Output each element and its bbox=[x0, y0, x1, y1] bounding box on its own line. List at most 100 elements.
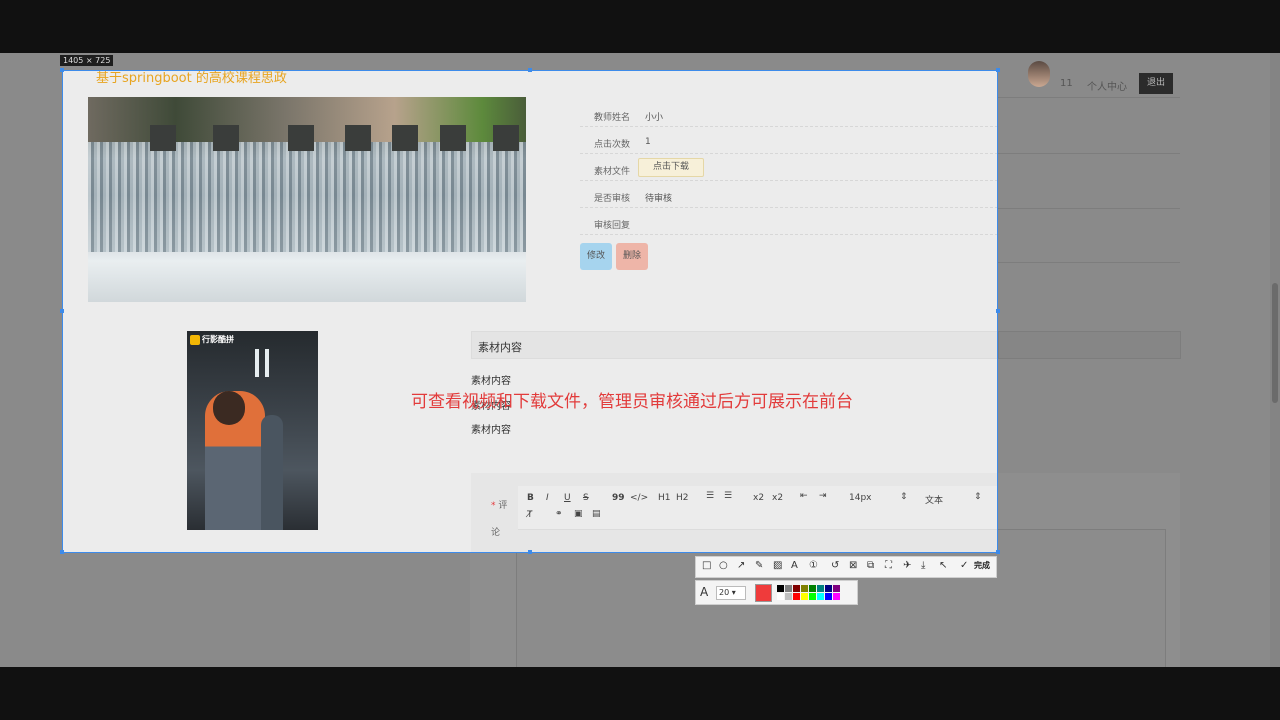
done-button[interactable]: 完成 bbox=[974, 560, 990, 571]
hero-pillar bbox=[288, 125, 314, 151]
selection-handle[interactable] bbox=[60, 550, 64, 554]
info-value: 1 bbox=[645, 137, 651, 147]
selection-handle[interactable] bbox=[528, 550, 532, 554]
bold-button[interactable]: B bbox=[527, 493, 534, 503]
subscript-button[interactable]: x2 bbox=[753, 493, 764, 503]
h2-button[interactable]: H2 bbox=[676, 493, 689, 503]
avatar[interactable] bbox=[1028, 61, 1050, 87]
content-heading-bg bbox=[998, 331, 1181, 359]
color-swatch[interactable] bbox=[793, 593, 800, 600]
text-icon[interactable]: A bbox=[791, 560, 798, 571]
font-size-select[interactable]: 20 ▾ bbox=[716, 586, 746, 600]
link-icon[interactable]: ⚭ bbox=[555, 509, 563, 519]
chevron-updown-icon: ⇕ bbox=[974, 492, 982, 502]
comment-editor: * 评论 B I U S 99 </> H1 H2 ☰ ☰ x2 x2 ⇤ ⇥ … bbox=[471, 473, 997, 552]
color-swatch[interactable] bbox=[809, 585, 816, 592]
ocr-icon[interactable]: ⊠ bbox=[849, 560, 857, 571]
color-swatch[interactable] bbox=[833, 593, 840, 600]
download-icon[interactable]: ⤓ bbox=[921, 560, 925, 571]
letterbox-bottom bbox=[0, 667, 1280, 720]
color-swatch[interactable] bbox=[817, 593, 824, 600]
selection-handle[interactable] bbox=[996, 550, 1000, 554]
comment-label: * 评论 bbox=[491, 493, 511, 547]
check-icon[interactable]: ✓ bbox=[960, 560, 968, 571]
color-swatch[interactable] bbox=[809, 593, 816, 600]
font-size-value: 20 bbox=[719, 588, 730, 597]
video-light bbox=[255, 349, 259, 377]
capture-style-bar: A 20 ▾ bbox=[695, 580, 858, 605]
info-row-file: 素材文件 点击下载 bbox=[580, 154, 997, 181]
info-label: 审核回复 bbox=[594, 221, 631, 231]
color-swatch[interactable] bbox=[785, 585, 792, 592]
color-swatch[interactable] bbox=[801, 585, 808, 592]
edit-button[interactable]: 修改 bbox=[580, 243, 612, 270]
rect-icon[interactable]: □ bbox=[702, 560, 711, 571]
arrow-icon[interactable]: ↗ bbox=[737, 560, 745, 571]
undo-icon[interactable]: ↺ bbox=[831, 560, 839, 571]
color-swatch[interactable] bbox=[825, 593, 832, 600]
pin-icon[interactable]: ✈ bbox=[903, 560, 911, 571]
blockquote-button[interactable]: 99 bbox=[612, 493, 625, 503]
selection-handle[interactable] bbox=[60, 68, 64, 72]
video-icon[interactable]: ▤ bbox=[592, 509, 601, 519]
clear-format-icon[interactable]: T̸ bbox=[527, 510, 533, 520]
required-mark: * bbox=[491, 501, 496, 511]
selection-handle[interactable] bbox=[996, 309, 1000, 313]
audit-status: 待审核 bbox=[645, 194, 673, 204]
circle-icon[interactable]: ○ bbox=[719, 560, 728, 571]
video-light bbox=[265, 349, 269, 377]
color-swatch[interactable] bbox=[817, 585, 824, 592]
image-icon[interactable]: ▣ bbox=[574, 509, 583, 519]
superscript-button[interactable]: x2 bbox=[772, 493, 783, 503]
h1-button[interactable]: H1 bbox=[658, 493, 671, 503]
font-size-select[interactable]: 14px bbox=[849, 493, 872, 503]
underline-button[interactable]: U bbox=[564, 493, 571, 503]
page: 11 个人中心 退出 1405 × 725 基于springboot 的高校课程… bbox=[0, 53, 1280, 667]
site-title: 基于springboot 的高校课程思政 bbox=[96, 71, 287, 86]
annotation-caption: 可查看视频和下载文件，管理员审核通过后方可展示在前台 bbox=[411, 392, 853, 412]
material-video[interactable]: 行影酷拼 bbox=[187, 331, 318, 530]
capture-selection[interactable]: 基于springboot 的高校课程思政 教师姓名 小小 点击次数 1 素材文件 bbox=[62, 70, 998, 553]
mosaic-icon[interactable]: ▨ bbox=[773, 560, 782, 571]
color-swatch[interactable] bbox=[833, 585, 840, 592]
color-swatch[interactable] bbox=[801, 593, 808, 600]
bullet-list-icon[interactable]: ☰ bbox=[724, 491, 732, 501]
editor-toolbar: B I U S 99 </> H1 H2 ☰ ☰ x2 x2 ⇤ ⇥ 14px … bbox=[518, 486, 997, 530]
selection-handle[interactable] bbox=[60, 309, 64, 313]
scrollbar-thumb[interactable] bbox=[1272, 283, 1278, 403]
chevron-updown-icon: ⇕ bbox=[900, 492, 908, 502]
selection-handle[interactable] bbox=[996, 68, 1000, 72]
color-swatch[interactable] bbox=[777, 585, 784, 592]
info-value: 小小 bbox=[645, 113, 664, 123]
outdent-icon[interactable]: ⇤ bbox=[800, 491, 808, 501]
selection-handle[interactable] bbox=[528, 68, 532, 72]
delete-button[interactable]: 删除 bbox=[616, 243, 648, 270]
italic-button[interactable]: I bbox=[546, 493, 549, 503]
capture-toolbar: □ ○ ↗ ✎ ▨ A ① ↺ ⊠ ⧉ ⛶ ✈ ⤓ ↖ ✓ 完成 bbox=[695, 556, 997, 578]
personal-center-link[interactable]: 个人中心 bbox=[1087, 78, 1127, 93]
paragraph-select[interactable]: 文本 bbox=[925, 493, 943, 506]
color-swatch[interactable] bbox=[777, 593, 784, 600]
color-swatch[interactable] bbox=[793, 585, 800, 592]
pin-image-icon[interactable]: ⧉ bbox=[867, 560, 874, 571]
pen-icon[interactable]: ✎ bbox=[755, 560, 763, 571]
strike-button[interactable]: S bbox=[583, 493, 589, 503]
cancel-icon[interactable]: ↖ bbox=[939, 560, 947, 571]
logout-button[interactable]: 退出 bbox=[1139, 73, 1173, 94]
color-swatch[interactable] bbox=[785, 593, 792, 600]
info-label: 素材文件 bbox=[594, 167, 631, 177]
current-color[interactable] bbox=[755, 584, 772, 602]
user-count: 11 bbox=[1060, 78, 1073, 89]
divider bbox=[998, 97, 1180, 98]
color-swatch[interactable] bbox=[825, 585, 832, 592]
ordered-list-icon[interactable]: ☰ bbox=[706, 491, 714, 501]
content-heading: 素材内容 bbox=[471, 331, 997, 359]
video-person-head bbox=[213, 391, 245, 425]
scroll-capture-icon[interactable]: ⛶ bbox=[885, 560, 892, 571]
code-button[interactable]: </> bbox=[630, 493, 648, 503]
hero-waterfall bbox=[88, 142, 526, 252]
text-size-icon: A bbox=[700, 585, 709, 599]
number-icon[interactable]: ① bbox=[809, 560, 818, 571]
download-button[interactable]: 点击下载 bbox=[638, 158, 704, 177]
indent-icon[interactable]: ⇥ bbox=[819, 491, 827, 501]
